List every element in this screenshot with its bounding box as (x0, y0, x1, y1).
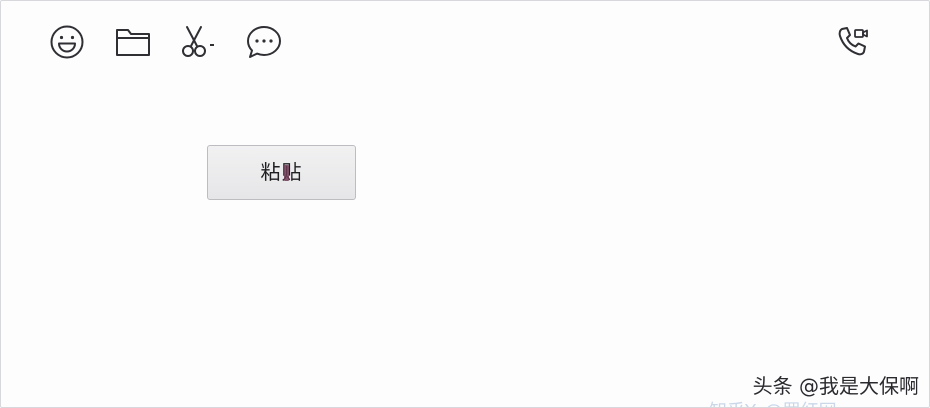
chat-input-panel[interactable]: 粘贴 头条 @我是大保啊 知乎Yo@罗红网 (0, 0, 930, 408)
emoji-icon[interactable] (48, 23, 86, 61)
watermark-text: 头条 @我是大保啊 (752, 374, 919, 398)
chat-bubble-icon[interactable] (245, 23, 283, 61)
video-call-icon[interactable] (835, 23, 873, 61)
watermark-secondary-text: 知乎Yo@罗红网 (709, 397, 837, 407)
folder-icon[interactable] (114, 23, 152, 61)
paste-button[interactable]: 粘贴 (207, 145, 356, 200)
scissors-icon[interactable] (177, 23, 223, 61)
